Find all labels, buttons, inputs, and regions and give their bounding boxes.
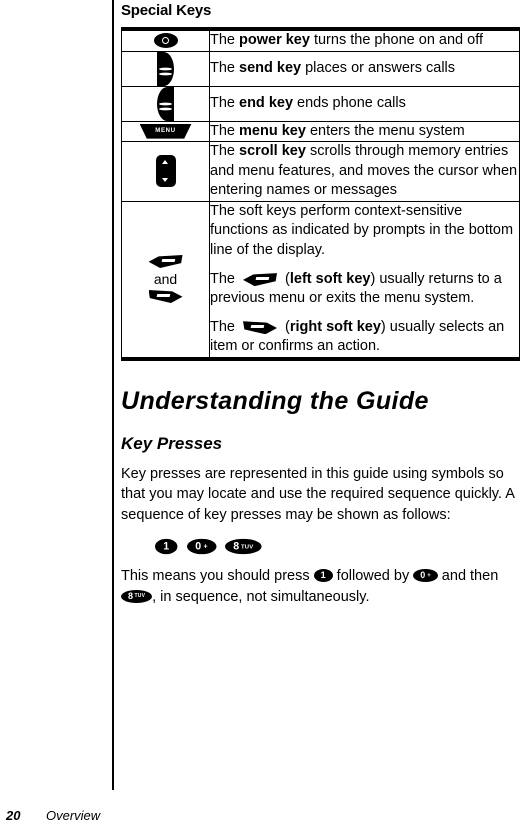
desc-bold: right soft key (289, 318, 381, 335)
numeric-key-1: 1+ (155, 538, 178, 554)
send-key-cell (121, 50, 210, 87)
intro-paragraph: Key presses are represented in this guid… (121, 465, 515, 523)
inline-numeric-key-1: 1+ (313, 569, 333, 583)
menu-key-label: MENU (155, 127, 176, 134)
left-soft-key-icon (148, 255, 183, 269)
footer-section-name: Overview (46, 808, 101, 823)
left-soft-key-icon (243, 273, 278, 287)
page-footer: 20 Overview (6, 808, 521, 823)
scroll-key-icon (155, 155, 176, 188)
page-content: Special Keys The power key turns the pho… (121, 0, 521, 608)
desc-text: ends phone calls (293, 94, 406, 111)
desc-text: The soft keys perform context-sensitive … (210, 202, 514, 258)
table-row: The send key places or answers calls (121, 50, 520, 87)
desc-text: ( (281, 270, 290, 287)
soft-keys-description: The soft keys perform context-sensitive … (209, 200, 520, 360)
desc-bold: menu key (239, 122, 306, 139)
right-soft-key-icon (243, 321, 278, 335)
power-key-icon (153, 33, 178, 49)
table-row: The scroll key scrolls through memory en… (121, 141, 520, 202)
desc-text: The (210, 59, 240, 76)
desc-text: ( (281, 318, 290, 335)
soft-keys-conjunction: and (153, 270, 178, 287)
desc-text: turns the phone on and off (309, 32, 484, 48)
table-row: The end key ends phone calls (121, 85, 520, 122)
table-row: The power key turns the phone on and off (121, 28, 520, 52)
desc-text: The (210, 32, 240, 48)
inline-numeric-key-8: 8 TUV (121, 589, 153, 603)
desc-text: The (210, 270, 240, 287)
desc-text: The (210, 318, 240, 335)
end-key-cell (121, 85, 210, 122)
send-key-icon (157, 51, 174, 86)
desc-bold: end key (239, 94, 294, 111)
menu-key-cell: MENU (121, 120, 210, 143)
key-sequence-example: 1+ 0+ 8TUV (155, 538, 521, 556)
menu-key-icon: MENU (139, 123, 192, 139)
subsection-title: Key Presses (121, 433, 223, 453)
explanation-paragraph: This means you should press 1+ followed … (121, 566, 521, 607)
desc-text: places or answers calls (301, 59, 456, 76)
left-margin-rule (112, 0, 114, 790)
desc-text: The (210, 122, 240, 139)
explanation-text: and then (437, 568, 499, 585)
soft-keys-icon: and (122, 254, 209, 305)
chapter-title: Understanding the Guide (121, 386, 429, 415)
end-key-icon (157, 86, 174, 121)
explanation-text: followed by (332, 568, 414, 585)
table-row: MENU The menu key enters the menu system (121, 120, 520, 143)
power-key-description: The power key turns the phone on and off (209, 28, 520, 52)
power-key-cell (121, 28, 210, 52)
explanation-text: , in sequence, not simultaneously. (152, 589, 370, 606)
right-soft-key-icon (148, 290, 183, 304)
scroll-key-description: The scroll key scrolls through memory en… (209, 141, 520, 202)
send-key-description: The send key places or answers calls (209, 50, 520, 87)
desc-text: The (210, 143, 240, 160)
inline-numeric-key-0: 0 + (413, 569, 438, 583)
end-key-description: The end key ends phone calls (209, 85, 520, 122)
section-heading: Special Keys (121, 2, 212, 19)
desc-bold: send key (239, 59, 302, 76)
desc-bold: left soft key (289, 270, 371, 287)
special-keys-table: The power key turns the phone on and off… (121, 27, 520, 361)
menu-key-description: The menu key enters the menu system (209, 120, 520, 143)
desc-text: The (210, 94, 240, 111)
soft-keys-cell: and (121, 200, 210, 360)
numeric-key-0: 0 + (187, 538, 216, 554)
table-row: and The soft keys perform context-sensit… (121, 200, 520, 360)
explanation-text: This means you should press (121, 568, 314, 585)
desc-bold: scroll key (239, 143, 306, 160)
numeric-key-8: 8 TUV (224, 538, 262, 554)
scroll-key-cell (121, 141, 210, 202)
desc-text: enters the menu system (305, 122, 465, 139)
desc-bold: power key (239, 32, 310, 48)
page-number: 20 (6, 808, 21, 823)
